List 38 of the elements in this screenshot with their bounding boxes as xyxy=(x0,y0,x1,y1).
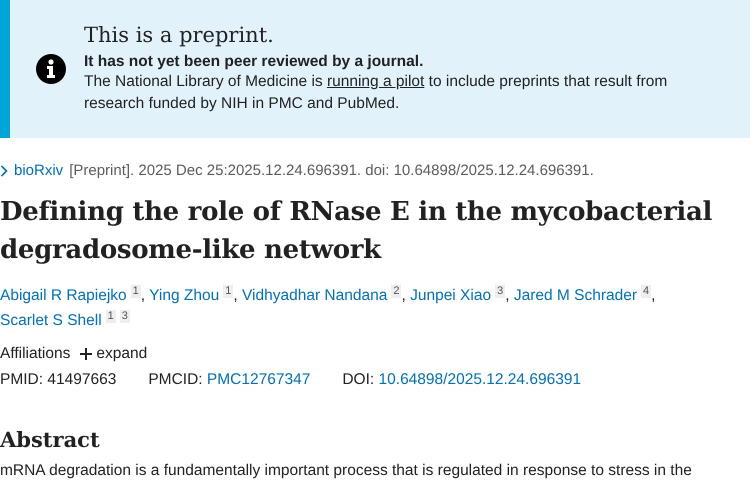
citation-text: [Preprint]. 2025 Dec 25:2025.12.24.696391. doi: 10.64898/2025.12.24.696391. xyxy=(69,162,594,179)
separator-comma: , xyxy=(401,287,406,304)
author-link[interactable]: Junpei Xiao xyxy=(410,287,492,304)
affiliation-number[interactable]: 1 xyxy=(130,285,141,298)
author-link[interactable]: Vidhyadhar Nandana xyxy=(242,287,388,304)
affiliations-label: Affiliations xyxy=(0,345,70,363)
id-link[interactable]: 10.64898/2025.12.24.696391 xyxy=(378,371,582,388)
journal-link[interactable]: bioRxiv xyxy=(14,162,64,179)
abstract-heading: Abstract xyxy=(0,427,101,452)
affiliation-number[interactable]: 1 xyxy=(223,285,234,298)
plus-icon xyxy=(80,348,92,360)
separator-comma: , xyxy=(140,287,146,304)
id-label: DOI: xyxy=(342,371,374,388)
separator-comma: , xyxy=(651,287,656,304)
author-link[interactable]: Ying Zhou xyxy=(149,287,220,304)
chevron-right-icon xyxy=(0,164,8,176)
affiliation-number[interactable]: 3 xyxy=(495,285,506,298)
article-title: Defining the role of RNase E in the mycobacterial degradosome-like network xyxy=(0,196,714,267)
separator-comma: , xyxy=(233,287,238,304)
info-icon xyxy=(36,54,66,84)
id-label: PMCID: xyxy=(148,371,203,388)
pilot-link[interactable]: running a pilot xyxy=(326,73,424,90)
notice-title: This is a preprint. xyxy=(84,23,275,47)
affiliation-number[interactable]: 3 xyxy=(120,310,130,323)
notice-subtitle: It has not yet been peer reviewed by a journal. xyxy=(84,53,424,71)
author-link[interactable]: Scarlet S Shell xyxy=(0,312,102,329)
author-link[interactable]: Abigail R Rapiejko xyxy=(0,287,127,304)
id-link[interactable]: PMC12767347 xyxy=(206,371,310,388)
id-value: 41497663 xyxy=(47,371,116,388)
notice-text: The National Library of Medicine is running a pilot to include preprints that result from research funded by NIH in PMC and PubMed. xyxy=(84,72,668,114)
id-label: PMID: xyxy=(0,371,44,388)
affiliation-number[interactable]: 4 xyxy=(641,285,652,298)
affiliation-number[interactable]: 2 xyxy=(391,285,402,298)
author-link[interactable]: Jared M Schrader xyxy=(514,287,638,304)
separator-comma: , xyxy=(505,287,510,304)
affiliation-number[interactable]: 1 xyxy=(106,310,116,323)
abstract-text: mRNA degradation is a fundamentally important process that is regulated in response to stress in the xyxy=(0,462,693,480)
expand-toggle[interactable]: expand xyxy=(80,345,148,363)
